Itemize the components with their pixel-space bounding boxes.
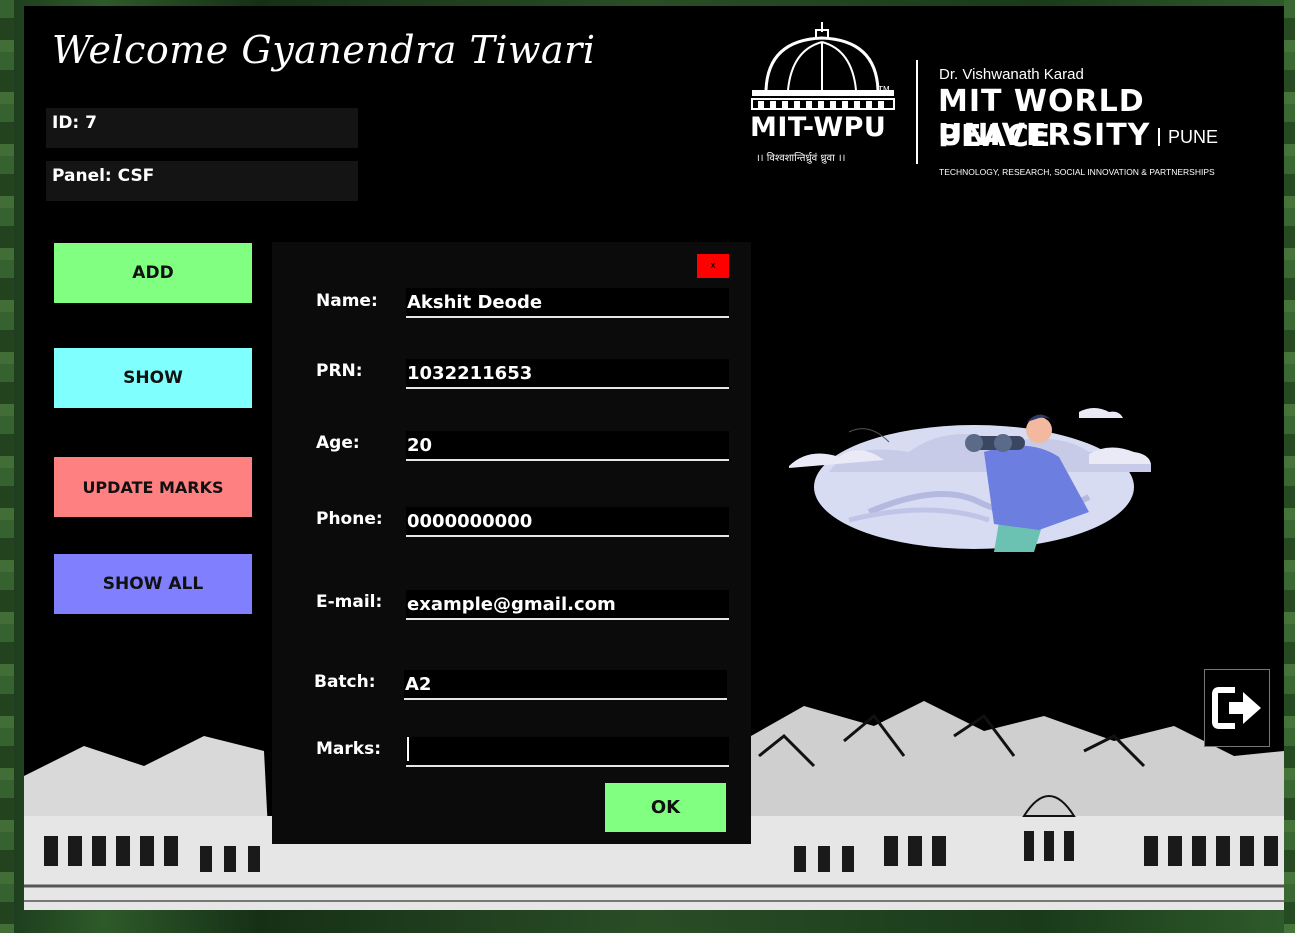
main-window: Welcome Gyanendra Tiwari ID: 7 Panel: CS… <box>24 6 1284 910</box>
logo-abbreviation: MIT-WPU <box>750 112 887 143</box>
show-all-button[interactable]: SHOW ALL <box>54 554 252 614</box>
university-logo: TM MIT-WPU ।। विश्वशान्तिर्ध्रुवं ध्रुवा… <box>746 20 1246 177</box>
logo-founder-name: Dr. Vishwanath Karad <box>939 66 1084 83</box>
marks-label: Marks: <box>316 739 381 759</box>
logo-motto: ।। विश्वशान्तिर्ध्रुवं ध्रुवा ।। <box>756 153 846 164</box>
logout-button[interactable] <box>1204 669 1270 747</box>
email-field[interactable] <box>406 590 729 620</box>
close-dialog-button[interactable]: x <box>697 254 729 278</box>
phone-label: Phone: <box>316 509 383 529</box>
user-id-label: ID: 7 <box>46 108 358 148</box>
email-label: E-mail: <box>316 592 383 612</box>
show-button[interactable]: SHOW <box>54 348 252 408</box>
logo-university-line2: UNIVERSITY <box>938 118 1151 153</box>
name-label: Name: <box>316 291 378 311</box>
logo-tagline: TECHNOLOGY, RESEARCH, SOCIAL INNOVATION … <box>939 167 1215 177</box>
prn-field[interactable] <box>406 359 729 389</box>
logout-icon <box>1212 687 1261 729</box>
age-label: Age: <box>316 433 360 453</box>
add-student-dialog: x Name: PRN: Age: Phone: E-mail: Batch: … <box>272 242 751 844</box>
logo-divider <box>916 60 918 164</box>
age-field[interactable] <box>406 431 729 461</box>
name-field[interactable] <box>406 288 729 318</box>
batch-field[interactable] <box>404 670 727 700</box>
phone-field[interactable] <box>406 507 729 537</box>
add-button[interactable]: ADD <box>54 243 252 303</box>
welcome-heading: Welcome Gyanendra Tiwari <box>52 28 596 72</box>
prn-label: PRN: <box>316 361 363 381</box>
ok-button[interactable]: OK <box>605 783 726 832</box>
batch-label: Batch: <box>314 672 376 692</box>
dome-logo-icon <box>751 22 895 110</box>
text-cursor <box>407 737 409 761</box>
logo-city: PUNE <box>1158 128 1218 146</box>
marks-field[interactable] <box>406 737 729 767</box>
trademark-mark: TM <box>878 85 890 94</box>
binoculars-illustration <box>789 408 1151 552</box>
update-marks-button[interactable]: UPDATE MARKS <box>54 457 252 517</box>
svg-text:TM: TM <box>878 85 890 94</box>
panel-label: Panel: CSF <box>46 161 358 201</box>
